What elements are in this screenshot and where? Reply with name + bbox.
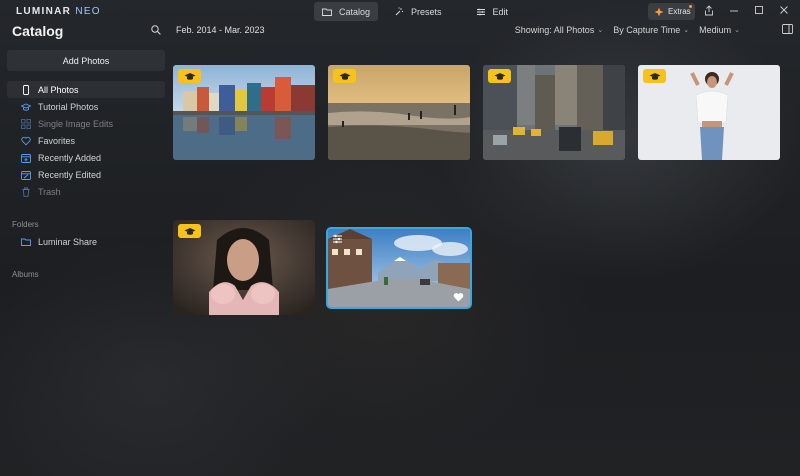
extras-label: Extras bbox=[668, 7, 691, 16]
tab-edit-label: Edit bbox=[492, 6, 509, 17]
sidebar-item-recently-added[interactable]: Recently Added bbox=[7, 149, 165, 166]
maximize-icon[interactable] bbox=[755, 6, 763, 14]
folder-icon bbox=[322, 8, 332, 16]
app-logo: LUMINAR NEO bbox=[16, 6, 101, 17]
tutorial-badge bbox=[488, 69, 511, 83]
sidebar-item-label: Recently Edited bbox=[38, 169, 102, 180]
sidebar-item-label: Single Image Edits bbox=[38, 118, 114, 129]
trash-icon bbox=[22, 187, 30, 197]
search-icon[interactable] bbox=[151, 25, 161, 35]
sidebar-nav: All Photos Tutorial Photos Single Image … bbox=[7, 81, 165, 200]
chevron-down-icon: ⌄ bbox=[734, 27, 740, 34]
sidebar-item-label: Tutorial Photos bbox=[38, 101, 99, 112]
sparkle-wand-icon bbox=[395, 6, 404, 15]
close-icon[interactable] bbox=[780, 6, 788, 14]
extras-star-icon bbox=[654, 7, 664, 16]
photo-thumbnail[interactable] bbox=[173, 65, 315, 160]
sidebar-item-label: Recently Added bbox=[38, 152, 102, 163]
graduation-cap-icon bbox=[21, 103, 31, 111]
view-filters: Showing: All Photos ⌄ By Capture Time ⌄ … bbox=[515, 25, 740, 35]
sidebar-item-label: All Photos bbox=[38, 84, 79, 95]
folders-section-label: Folders bbox=[12, 220, 39, 229]
edited-adjustments-icon bbox=[333, 234, 342, 244]
chevron-down-icon: ⌄ bbox=[597, 27, 604, 34]
photo-thumbnail[interactable] bbox=[483, 65, 625, 160]
mode-switcher: Catalog Presets Edit bbox=[314, 2, 516, 21]
sidebar-item-single-image-edits[interactable]: Single Image Edits bbox=[7, 115, 165, 132]
sliders-icon bbox=[476, 8, 485, 15]
date-range: Feb. 2014 - Mar. 2023 bbox=[176, 25, 265, 35]
notification-dot bbox=[689, 5, 692, 8]
graduation-cap-icon bbox=[339, 72, 350, 80]
tab-catalog-label: Catalog bbox=[339, 6, 371, 17]
graduation-cap-icon bbox=[494, 72, 505, 80]
folder-icon bbox=[21, 238, 31, 246]
photo-thumbnail[interactable] bbox=[328, 65, 470, 160]
minimize-icon[interactable] bbox=[730, 10, 738, 12]
add-photos-button[interactable]: Add Photos bbox=[7, 50, 165, 71]
page-title: Catalog bbox=[12, 23, 64, 39]
graduation-cap-icon bbox=[184, 227, 195, 235]
toggle-panel-icon[interactable] bbox=[782, 24, 793, 34]
tutorial-badge bbox=[178, 69, 201, 83]
tab-catalog[interactable]: Catalog bbox=[314, 2, 379, 21]
calendar-edit-icon bbox=[21, 170, 31, 180]
tab-presets-label: Presets bbox=[411, 6, 442, 17]
showing-dropdown[interactable]: Showing: All Photos ⌄ bbox=[515, 25, 603, 35]
extras-button[interactable]: Extras bbox=[648, 3, 695, 20]
sidebar-item-label: Favorites bbox=[38, 135, 76, 146]
sidebar-item-all-photos[interactable]: All Photos bbox=[7, 81, 165, 98]
albums-section-label: Albums bbox=[12, 270, 39, 279]
tab-presets[interactable]: Presets bbox=[386, 2, 450, 21]
photo-thumbnail-selected[interactable] bbox=[326, 227, 472, 309]
tutorial-badge bbox=[643, 69, 666, 83]
tutorial-badge bbox=[178, 224, 201, 238]
sort-dropdown[interactable]: By Capture Time ⌄ bbox=[613, 25, 689, 35]
grid-icon bbox=[21, 118, 31, 129]
photo-mountain-town bbox=[328, 229, 470, 307]
sidebar-item-label: Trash bbox=[38, 186, 61, 197]
sidebar-item-trash[interactable]: Trash bbox=[7, 183, 165, 200]
phone-icon bbox=[23, 84, 29, 95]
sidebar-item-tutorial-photos[interactable]: Tutorial Photos bbox=[7, 98, 165, 115]
chevron-down-icon: ⌄ bbox=[683, 27, 690, 34]
folder-list: Luminar Share bbox=[7, 233, 165, 250]
calendar-add-icon bbox=[21, 153, 31, 163]
sidebar-item-favorites[interactable]: Favorites bbox=[7, 132, 165, 149]
favorite-heart-icon[interactable] bbox=[453, 292, 464, 302]
folder-item-label: Luminar Share bbox=[38, 236, 98, 247]
graduation-cap-icon bbox=[649, 72, 660, 80]
folder-item-luminar-share[interactable]: Luminar Share bbox=[7, 233, 165, 250]
photo-thumbnail[interactable] bbox=[638, 65, 780, 160]
share-icon[interactable] bbox=[704, 5, 714, 16]
heart-icon bbox=[21, 136, 31, 145]
thumbnail-size-dropdown[interactable]: Medium ⌄ bbox=[699, 25, 740, 35]
sidebar-item-recently-edited[interactable]: Recently Edited bbox=[7, 166, 165, 183]
photo-thumbnail[interactable] bbox=[173, 220, 315, 315]
graduation-cap-icon bbox=[184, 72, 195, 80]
sort-label: By Capture Time bbox=[613, 25, 681, 35]
tutorial-badge bbox=[333, 69, 356, 83]
tab-edit[interactable]: Edit bbox=[468, 2, 517, 21]
title-bar: LUMINAR NEO Catalog Presets Edit Extras bbox=[0, 0, 800, 22]
size-label: Medium bbox=[699, 25, 732, 35]
showing-label: Showing: All Photos bbox=[514, 25, 595, 35]
